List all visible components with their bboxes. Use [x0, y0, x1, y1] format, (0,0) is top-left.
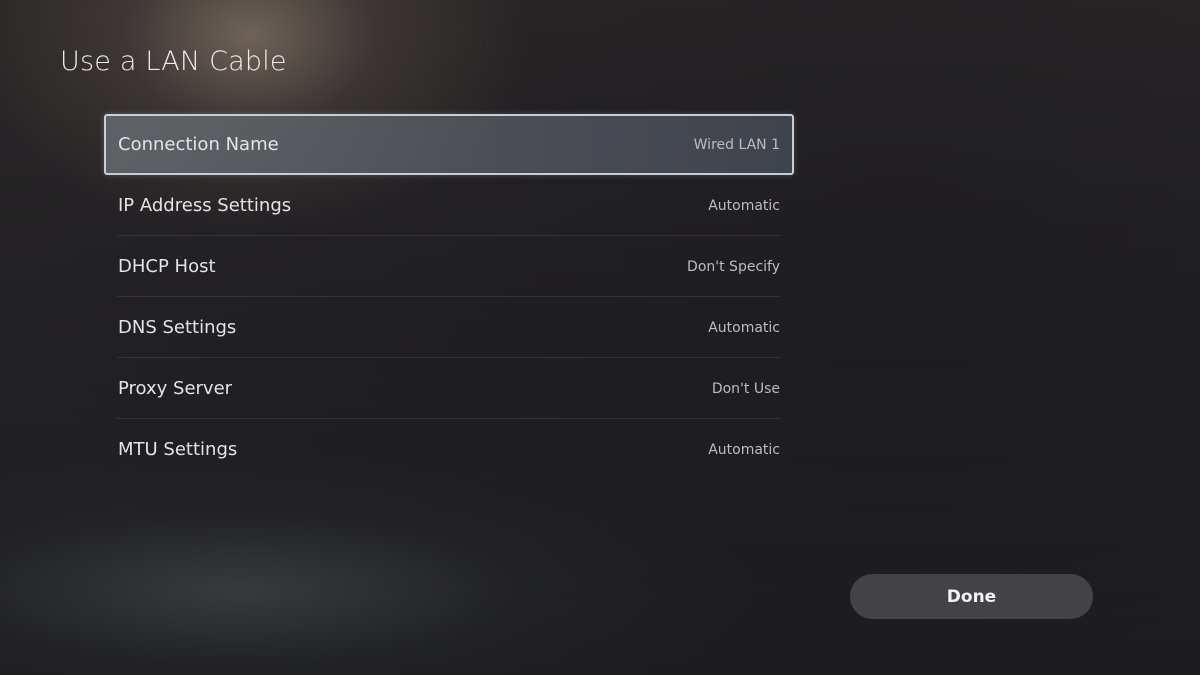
- setting-label: DNS Settings: [118, 317, 237, 338]
- setting-row-proxy-server[interactable]: Proxy Server Don't Use: [104, 358, 794, 419]
- setting-label: IP Address Settings: [118, 195, 292, 216]
- page-title: Use a LAN Cable: [60, 46, 287, 77]
- setting-value: Automatic: [708, 319, 780, 336]
- setting-row-mtu-settings[interactable]: MTU Settings Automatic: [104, 419, 794, 480]
- setting-label: Proxy Server: [118, 378, 233, 399]
- setting-value: Wired LAN 1: [693, 136, 780, 153]
- settings-list: Connection Name Wired LAN 1 IP Address S…: [104, 114, 794, 480]
- setting-value: Automatic: [708, 197, 780, 214]
- setting-row-dhcp-host[interactable]: DHCP Host Don't Specify: [104, 236, 794, 297]
- setting-value: Don't Specify: [687, 258, 780, 275]
- done-button[interactable]: Done: [850, 574, 1093, 619]
- setting-row-dns-settings[interactable]: DNS Settings Automatic: [104, 297, 794, 358]
- setting-value: Don't Use: [711, 380, 780, 397]
- setting-label: Connection Name: [118, 134, 279, 155]
- setting-row-connection-name[interactable]: Connection Name Wired LAN 1: [104, 114, 794, 175]
- setting-value: Automatic: [708, 441, 780, 458]
- setting-label: MTU Settings: [118, 439, 238, 460]
- setting-label: DHCP Host: [118, 256, 216, 277]
- setting-row-ip-address-settings[interactable]: IP Address Settings Automatic: [104, 175, 794, 236]
